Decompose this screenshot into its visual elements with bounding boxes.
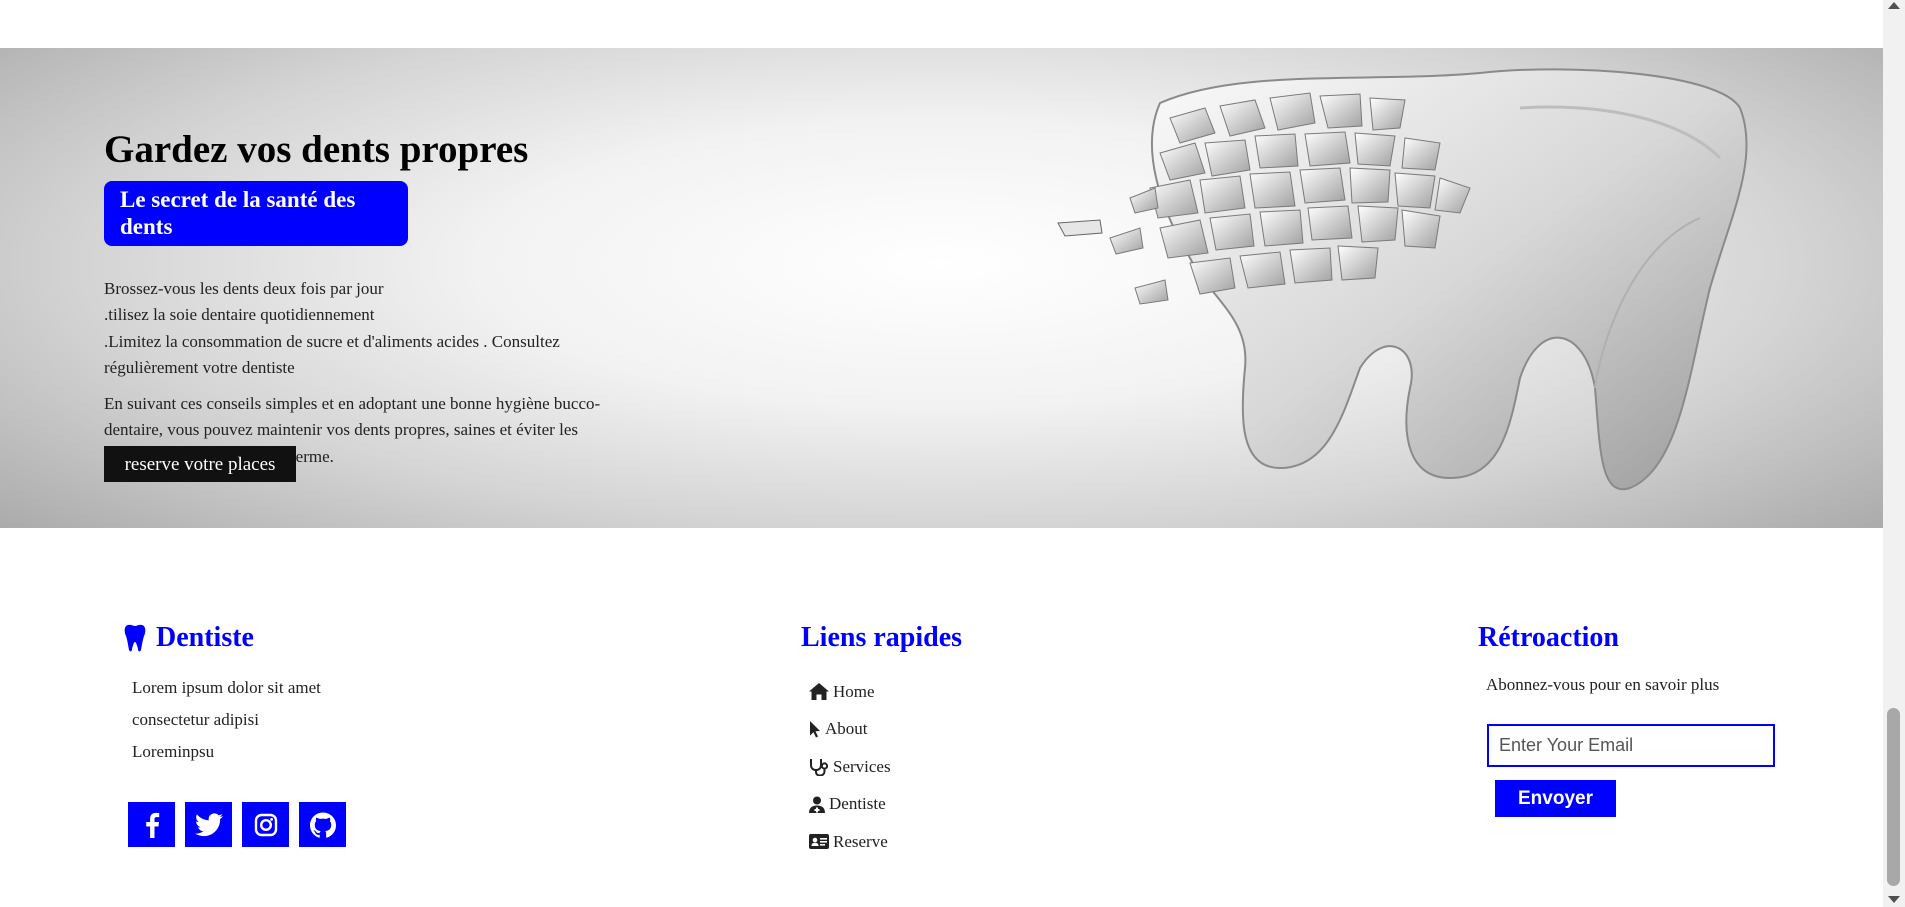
link-dentiste[interactable]: Dentiste (809, 786, 1221, 824)
feedback-title: Rétroaction (1478, 622, 1619, 653)
brand-name: Dentiste (156, 622, 254, 653)
email-input[interactable] (1487, 724, 1775, 767)
shattered-tooth-image (1057, 68, 1748, 491)
stethoscope-icon (810, 758, 829, 776)
link-label: Services (833, 756, 891, 776)
user-doctor-icon (809, 796, 825, 813)
footer-brand-title: Dentiste (124, 624, 544, 652)
brand-description: Lorem ipsum dolor sit amet consectetur a… (124, 672, 544, 768)
feedback-text: Abonnez-vous pour en savoir plus (1486, 675, 1720, 694)
link-label: Dentiste (829, 794, 886, 814)
reserve-button[interactable]: reserve votre places (104, 446, 296, 482)
pointer-icon (810, 720, 820, 738)
instagram-icon (254, 813, 277, 836)
brand-line: Lorem ipsum dolor sit amet (132, 678, 321, 697)
tip-line: Brossez-vous les dents deux fois par jou… (104, 278, 384, 298)
link-label: Home (833, 681, 875, 701)
scroll-down-arrow-icon[interactable] (1888, 896, 1900, 903)
social-links (128, 802, 346, 847)
link-home[interactable]: Home (809, 673, 1221, 711)
link-label: About (825, 719, 868, 739)
home-icon (809, 683, 829, 701)
link-reserve[interactable]: Reserve (809, 823, 1221, 861)
twitter-icon (194, 812, 223, 836)
facebook-icon (145, 812, 159, 838)
send-button[interactable]: Envoyer (1495, 780, 1616, 817)
hero-subtitle-badge: Le secret de la santé des dents (104, 180, 408, 246)
footer-links-column: Liens rapides Home About Services Dentis… (801, 624, 1221, 861)
brand-line: consectetur adipisi (132, 710, 259, 729)
brand-line: Loreminpsu (132, 742, 215, 761)
twitter-button[interactable] (185, 802, 232, 847)
tip-line: .Limitez la consommation de sucre et d'a… (104, 331, 560, 378)
scroll-thumb[interactable] (1887, 708, 1900, 886)
quick-links-title: Liens rapides (801, 622, 963, 653)
tip-line: .tilisez la soie dentaire quotidiennemen… (104, 305, 375, 325)
footer: Dentiste Lorem ipsum dolor sit amet cons… (0, 528, 1883, 907)
scroll-up-arrow-icon[interactable] (1888, 2, 1900, 9)
hero-content: Gardez vos dents propres Le secret de la… (104, 128, 624, 470)
tooth-icon (124, 624, 146, 652)
hero-title: Gardez vos dents propres (104, 128, 529, 171)
hero-tips: Brossez-vous les dents deux fois par jou… (104, 276, 624, 382)
link-label: Reserve (833, 831, 888, 851)
link-about[interactable]: About (809, 711, 1221, 749)
page-scrollbar[interactable] (1883, 0, 1905, 907)
github-icon (309, 812, 336, 838)
github-button[interactable] (299, 802, 346, 847)
top-navbar-area (0, 0, 1883, 48)
id-card-icon (809, 834, 829, 850)
link-services[interactable]: Services (809, 748, 1221, 786)
footer-brand-column: Dentiste Lorem ipsum dolor sit amet cons… (124, 624, 544, 847)
instagram-button[interactable] (242, 802, 289, 847)
quick-links-list: Home About Services Dentiste Reserve (801, 673, 1221, 861)
footer-feedback-column: Rétroaction Abonnez-vous pour en savoir … (1478, 622, 1838, 817)
facebook-button[interactable] (128, 802, 175, 847)
